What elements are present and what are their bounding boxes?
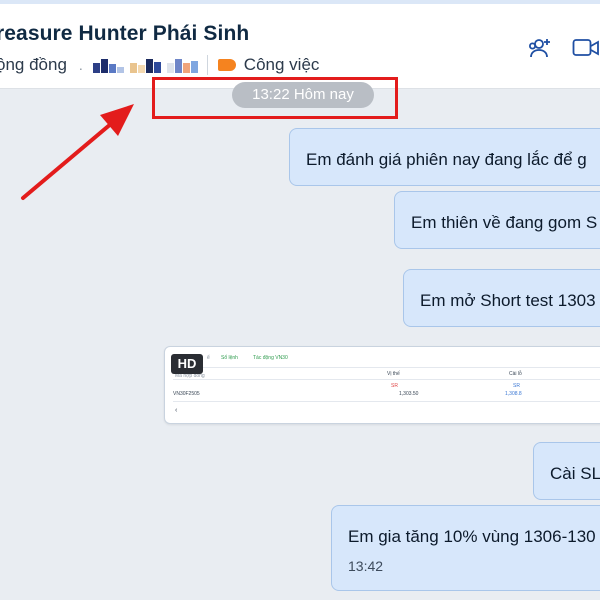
message-text: Cài SL <box>550 464 600 483</box>
message-text: Em thiên về đang gom S <box>411 213 598 232</box>
tab-label: Tác động VN30 <box>253 355 288 361</box>
back-arrow-icon: ‹ <box>175 407 178 414</box>
message-bubble[interactable]: Em thiên về đang gom S <box>394 191 600 249</box>
column-header: Cài lỗ <box>509 371 522 377</box>
column-header: Vị thế <box>387 371 400 377</box>
message-bubble[interactable]: Em gia tăng 10% vùng 1306-130 13:42 <box>331 505 600 591</box>
hd-badge: HD <box>171 354 203 374</box>
stoploss-tag: SR <box>513 383 520 389</box>
image-attachment[interactable]: ể Sổ lệnh Tác động VN30 Mã hợp đồng Vị t… <box>164 346 600 424</box>
tab-label: Sổ lệnh <box>221 355 238 361</box>
message-text: Em đánh giá phiên nay đang lắc để g <box>306 150 587 169</box>
message-bubble[interactable]: Em mở Short test 1303 <box>403 269 600 327</box>
message-time: 13:42 <box>348 558 384 574</box>
message-bubble[interactable]: Cài SL <box>533 442 600 500</box>
message-text: Em mở Short test 1303 <box>420 291 596 310</box>
stoploss-value: 1,308.8 <box>505 391 522 397</box>
message-bubble[interactable]: Em đánh giá phiên nay đang lắc để g <box>289 128 600 186</box>
position-tag: SR <box>391 383 398 389</box>
tab-label: ể <box>207 355 210 361</box>
contract-symbol: VN30F2505 <box>173 391 200 397</box>
position-value: 1,303.50 <box>399 391 419 397</box>
message-text: Em gia tăng 10% vùng 1306-130 <box>348 527 596 546</box>
